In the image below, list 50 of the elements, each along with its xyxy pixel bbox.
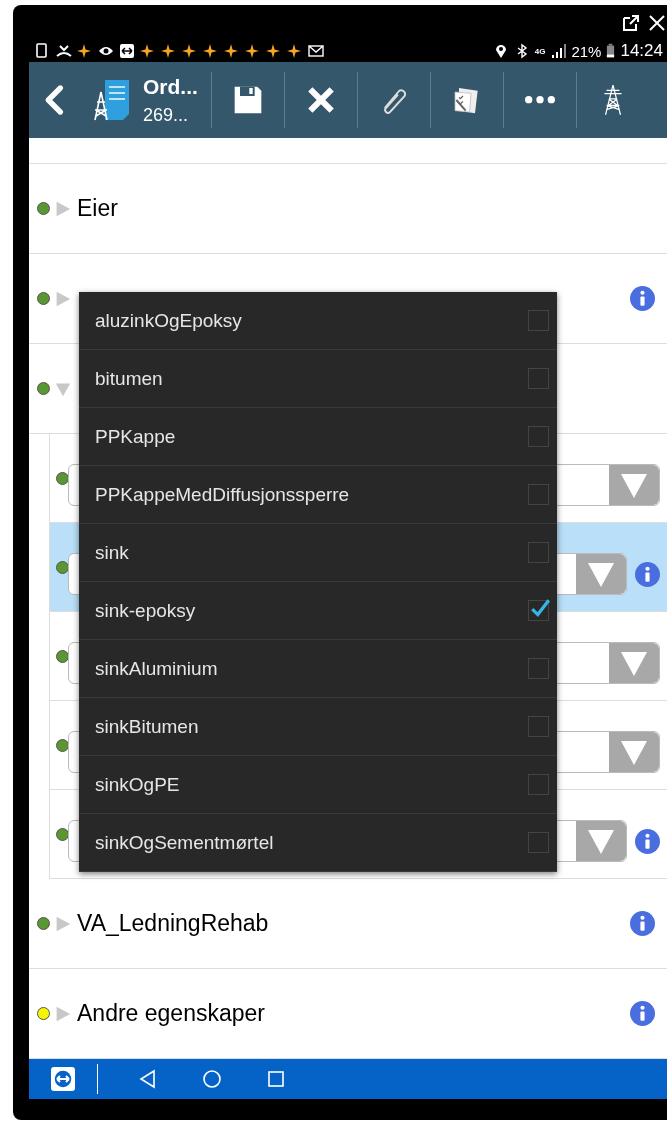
checkbox[interactable] — [528, 426, 549, 447]
mail-icon — [308, 43, 324, 59]
missed-call-icon — [56, 43, 72, 59]
network-label: 4G — [534, 46, 546, 56]
info-icon[interactable] — [630, 1001, 655, 1026]
option-item[interactable]: sink-epoksy — [79, 582, 557, 640]
option-item[interactable]: sinkOgSementmørtel — [79, 814, 557, 872]
checkbox[interactable] — [528, 484, 549, 505]
home-icon[interactable] — [202, 1069, 222, 1089]
checkbox[interactable] — [528, 542, 549, 563]
section-title: Andre egenskaper — [77, 1000, 265, 1027]
info-icon[interactable] — [630, 286, 655, 311]
checkbox[interactable] — [528, 310, 549, 331]
section-row[interactable]: Eier — [29, 164, 667, 254]
checkbox[interactable] — [528, 368, 549, 389]
close-icon — [305, 84, 337, 116]
remote-icon — [119, 43, 135, 59]
close-icon[interactable] — [647, 12, 667, 33]
option-item[interactable]: sink — [79, 524, 557, 582]
checkbox[interactable] — [528, 600, 549, 621]
section-row[interactable]: VA_LedningRehab — [29, 879, 667, 969]
info-icon[interactable] — [635, 561, 660, 587]
checkbox[interactable] — [528, 716, 549, 737]
external-link-icon[interactable] — [621, 12, 641, 33]
section-title: Eier — [77, 195, 118, 222]
remote-icon[interactable] — [51, 1067, 75, 1091]
option-item[interactable]: aluzinkOgEpoksy — [79, 292, 557, 350]
checkbox[interactable] — [528, 774, 549, 795]
checkbox[interactable] — [528, 658, 549, 679]
order-title: Ord... — [143, 74, 199, 99]
document-tower-icon — [91, 78, 131, 122]
back-icon[interactable] — [138, 1069, 158, 1089]
recents-icon[interactable] — [266, 1069, 286, 1089]
info-icon[interactable] — [630, 911, 655, 936]
battery-icon — [606, 43, 616, 59]
checkbox[interactable] — [528, 832, 549, 853]
checkmark-icon — [529, 597, 551, 619]
signal-icon — [550, 43, 567, 59]
info-icon[interactable] — [635, 828, 660, 854]
more-icon — [525, 96, 555, 104]
option-item[interactable]: sinkBitumen — [79, 698, 557, 756]
order-number: 269... — [143, 104, 190, 126]
option-item[interactable]: sinkAluminium — [79, 640, 557, 698]
option-item[interactable]: sinkOgPE — [79, 756, 557, 814]
clock: 14:24 — [620, 41, 663, 61]
battery-percent: 21% — [571, 42, 602, 60]
section-title: VA_LedningRehab — [77, 910, 269, 937]
option-item[interactable]: PPKappe — [79, 408, 557, 466]
option-item[interactable]: bitumen — [79, 350, 557, 408]
option-item[interactable]: PPKappeMedDiffusjonssperre — [79, 466, 557, 524]
